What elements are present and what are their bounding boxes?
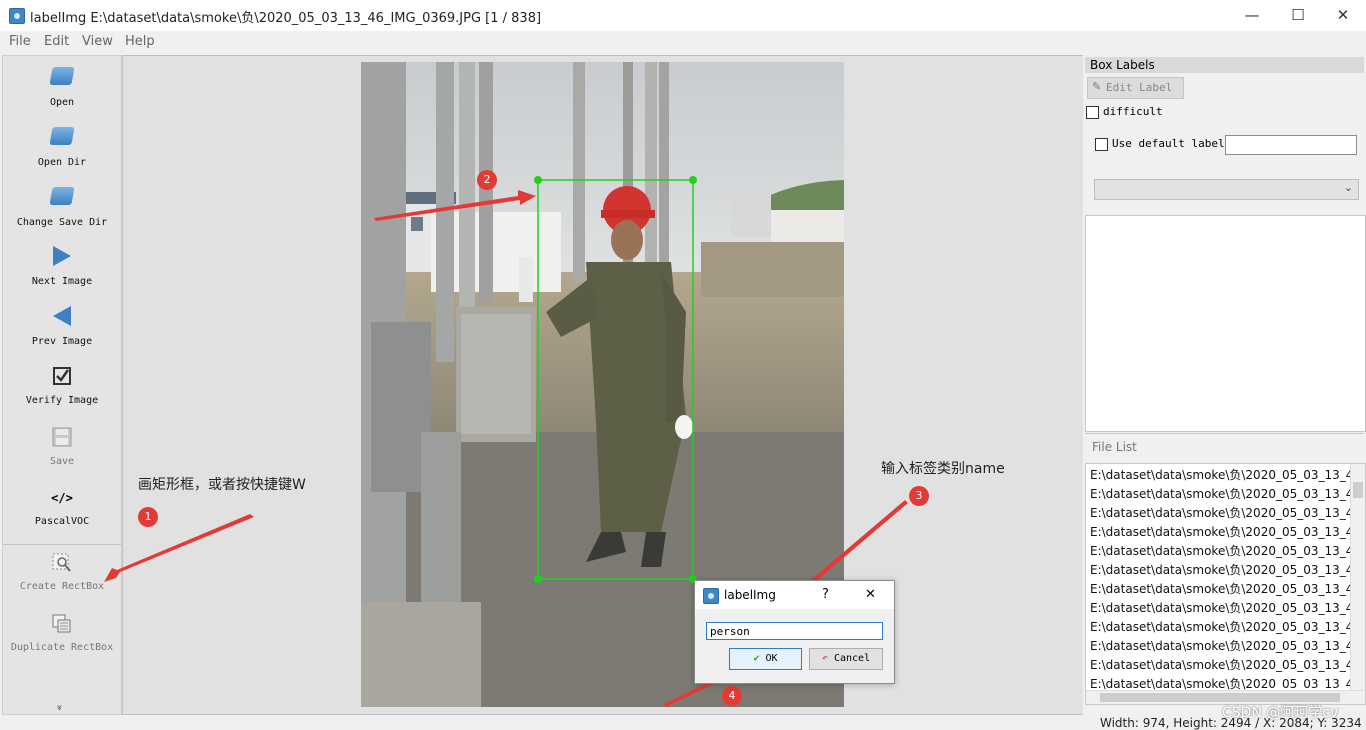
difficult-checkbox[interactable] — [1086, 106, 1099, 119]
dialog-help-button[interactable]: ? — [822, 587, 829, 602]
file-list-item[interactable]: E:\dataset\data\smoke\负\2020_05_03_13_46 — [1090, 466, 1362, 483]
arrow-to-bbox-corner — [374, 190, 536, 221]
file-list-item[interactable]: E:\dataset\data\smoke\负\2020_05_03_13_46 — [1090, 542, 1361, 559]
csdn-watermark: CSDN @阿珂学cv — [1222, 705, 1339, 721]
box-labels-header: Box Labels — [1085, 57, 1364, 73]
dialog-title: labelImg — [724, 588, 776, 602]
file-list-item[interactable]: E:\dataset\data\smoke\负\2020_05_03_13_46 — [1090, 580, 1361, 597]
file-list-item[interactable]: E:\dataset\data\smoke\负\2020_05_03_13_46 — [1090, 618, 1361, 635]
file-list-item[interactable]: E:\dataset\data\smoke\负\2020_05_03_13_46 — [1090, 561, 1361, 578]
arrow-to-create-rectbox — [104, 514, 254, 582]
dialog-title-bar: labelImg ? ✕ — [695, 581, 894, 609]
step-marker-1: 1 — [138, 507, 158, 527]
file-list-title: File List — [1092, 440, 1137, 454]
use-default-label-text: Use default label — [1112, 137, 1225, 150]
undo-icon: ↶ — [821, 653, 828, 664]
box-labels-title: Box Labels — [1090, 58, 1155, 72]
checkmark-icon: ✔ — [753, 653, 760, 664]
dialog-close-button[interactable]: ✕ — [865, 587, 876, 602]
step1-instruction: 画矩形框，或者按快捷键W — [138, 477, 306, 493]
step-marker-2: 2 — [477, 170, 497, 190]
right-panel: Box Labels ✎ Edit Label difficult Use de… — [1083, 55, 1366, 715]
edit-label-text: Edit Label — [1106, 81, 1173, 94]
default-label-input[interactable] — [1225, 135, 1357, 155]
cancel-label: Cancel — [833, 653, 871, 664]
ok-label: OK — [765, 653, 778, 664]
file-list-header: File List — [1085, 433, 1364, 460]
scrollbar-thumb[interactable] — [1353, 482, 1363, 498]
file-list-item[interactable]: E:\dataset\data\smoke\负\2020_05_03_13_47 — [1090, 637, 1361, 654]
vertical-scrollbar[interactable] — [1350, 464, 1365, 690]
label-name-input[interactable] — [706, 622, 883, 640]
step3-instruction: 输入标签类别name — [881, 461, 1005, 477]
file-list[interactable]: E:\dataset\data\smoke\负\2020_05_03_13_46… — [1085, 463, 1366, 705]
file-list-item[interactable]: E:\dataset\data\smoke\负\2020_05_03_13_47 — [1090, 656, 1361, 673]
step-marker-4: 4 — [722, 686, 742, 706]
file-list-item[interactable]: E:\dataset\data\smoke\负\2020_05_03_13_46 — [1090, 523, 1361, 540]
ok-button[interactable]: ✔ OK — [729, 648, 802, 670]
label-combo-box[interactable]: ⌄ — [1094, 179, 1359, 200]
scrollbar-thumb[interactable] — [1100, 693, 1340, 702]
chevron-down-icon: ⌄ — [1343, 181, 1353, 194]
file-list-item[interactable]: E:\dataset\data\smoke\负\2020_05_03_13_46 — [1090, 504, 1361, 521]
file-list-item[interactable]: E:\dataset\data\smoke\负\2020_05_03_13_46 — [1090, 599, 1361, 616]
use-default-label-checkbox[interactable] — [1095, 138, 1108, 151]
difficult-label: difficult — [1103, 105, 1163, 118]
edit-label-button[interactable]: ✎ Edit Label — [1087, 77, 1184, 99]
labels-list[interactable] — [1085, 215, 1366, 432]
pencil-icon: ✎ — [1092, 80, 1102, 93]
cancel-button[interactable]: ↶ Cancel — [809, 648, 883, 670]
step-marker-3: 3 — [909, 486, 929, 506]
label-dialog: labelImg ? ✕ ✔ OK ↶ Cancel — [694, 580, 895, 684]
file-list-item[interactable]: E:\dataset\data\smoke\负\2020_05_03_13_46 — [1090, 485, 1361, 502]
labelimg-app-icon — [703, 588, 719, 604]
